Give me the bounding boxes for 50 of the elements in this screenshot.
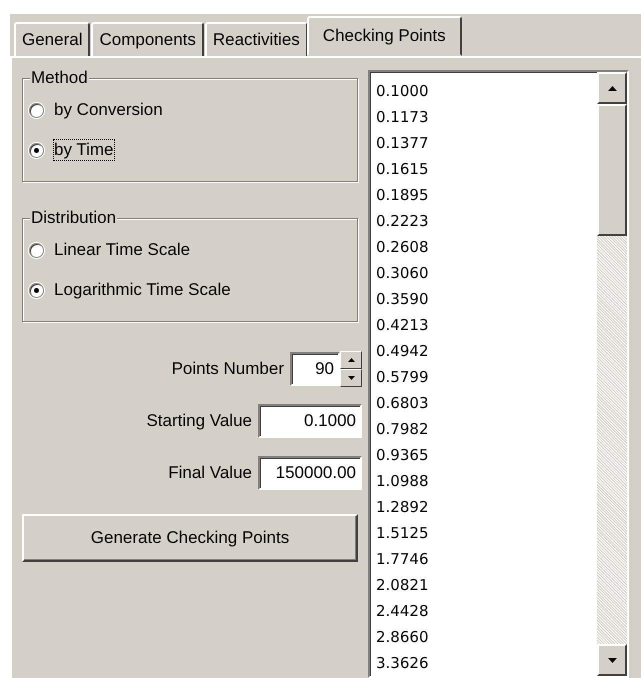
tab[interactable]: General [14, 22, 90, 56]
list-item[interactable]: 0.5799 [376, 364, 428, 390]
radio-label[interactable]: by Conversion [54, 100, 163, 120]
radio-button[interactable] [29, 242, 44, 258]
field-label: Starting Value [146, 411, 252, 431]
list-item[interactable]: 0.6803 [376, 390, 428, 416]
scrollbar[interactable] [597, 72, 627, 676]
radio-button[interactable] [29, 102, 44, 118]
list-item[interactable]: 2.8660 [376, 624, 428, 650]
list-item[interactable]: 0.1377 [376, 130, 428, 156]
list-item[interactable]: 0.1173 [376, 104, 428, 130]
tab[interactable]: Components [91, 22, 204, 56]
list-item[interactable]: 0.4213 [376, 312, 428, 338]
radio-button[interactable] [29, 142, 44, 158]
list-item[interactable]: 1.7746 [376, 546, 428, 572]
scroll-up-icon[interactable] [608, 86, 616, 90]
list-item[interactable]: 0.2608 [376, 234, 428, 260]
scroll-down-icon[interactable] [608, 658, 616, 662]
radio-label[interactable]: Linear Time Scale [54, 240, 190, 260]
radio-button[interactable] [29, 282, 44, 298]
tab[interactable]: Checking Points [306, 16, 462, 56]
list-item[interactable]: 1.2892 [376, 494, 428, 520]
list-item[interactable]: 2.4428 [376, 598, 428, 624]
field-label: Final Value [168, 463, 252, 483]
down-arrow-icon[interactable] [348, 376, 354, 380]
list-item[interactable]: 0.4942 [376, 338, 428, 364]
list-item[interactable]: 0.1000 [376, 78, 428, 104]
value-field[interactable]: 150000.00 [258, 456, 362, 490]
list-item[interactable]: 3.3626 [376, 650, 428, 676]
generate-button[interactable]: Generate Checking Points [22, 514, 358, 562]
list-item[interactable]: 1.0988 [376, 468, 428, 494]
spin-buttons[interactable] [340, 351, 362, 387]
list-item[interactable]: 1.5125 [376, 520, 428, 546]
list-item[interactable]: 0.3060 [376, 260, 428, 286]
list-item[interactable]: 0.7982 [376, 416, 428, 442]
list-item[interactable]: 0.2223 [376, 208, 428, 234]
list-item[interactable]: 0.9365 [376, 442, 428, 468]
radio-label[interactable]: by Time [54, 140, 114, 160]
value-field[interactable]: 0.1000 [258, 404, 362, 438]
list-item[interactable]: 2.0821 [376, 572, 428, 598]
list-item[interactable]: 0.3590 [376, 286, 428, 312]
tab[interactable]: Reactivities [204, 22, 308, 56]
field-label: Points Number [172, 359, 284, 379]
up-arrow-icon[interactable] [348, 358, 354, 362]
checking-points-list[interactable]: 0.1000 0.1173 0.1377 0.1615 0.1895 0.2223 0.2608 0.3060 0.3590 0.4213 0.4942 0.5799 0.6803 0.7982 0.9365 1.0988 1.2892 1.5125 1.7746 2.0821 2.4428 2.8660 3.3626 [368, 70, 629, 678]
scroll-thumb[interactable] [597, 104, 627, 236]
points-number-field[interactable]: 90 [290, 352, 340, 386]
list-item[interactable]: 0.1615 [376, 156, 428, 182]
radio-label[interactable]: Logarithmic Time Scale [54, 280, 231, 300]
list-item[interactable]: 0.1895 [376, 182, 428, 208]
